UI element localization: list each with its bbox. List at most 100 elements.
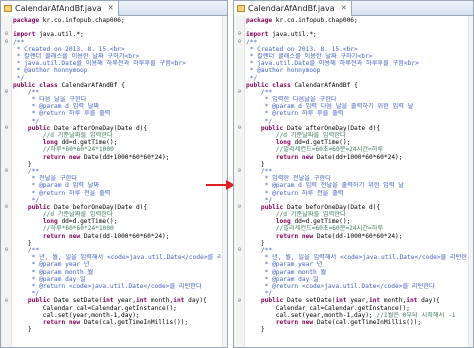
code-line[interactable]: * @param d 입력 날짜 [13, 182, 221, 189]
code-line[interactable]: * @param month 월 [13, 269, 221, 276]
code-line[interactable]: * 입력한 다음날을 구한다 [246, 96, 467, 103]
code-line[interactable]: * @param d 입력 날짜 [13, 103, 221, 110]
code-line[interactable]: * @param day 일 [13, 276, 221, 283]
fold-toggle-icon[interactable]: ⊖ [236, 297, 243, 305]
code-line[interactable]: public Date afterOneDay(Date d){ [13, 125, 221, 132]
code-line[interactable]: //하루*60*60*24*1000 [13, 146, 221, 153]
code-line[interactable]: /** [13, 247, 221, 254]
close-icon[interactable]: ✕ [108, 1, 114, 16]
code-line[interactable]: */ [246, 290, 467, 297]
code-line[interactable]: */ [13, 290, 221, 297]
code-line[interactable]: * 칼렌더 클래스를 이용한 날짜 구하기<br> [13, 53, 221, 60]
code-line[interactable]: return new Date(dd+1000*60*60*24); [246, 154, 467, 161]
code-line[interactable]: import java.util.*; [13, 31, 221, 38]
right-editor-tab[interactable]: CalendarAfAndBf.java ✕ [234, 1, 352, 16]
code-line[interactable]: * @param d 입력 다음 날을 출력하기 위한 입력 날 [246, 103, 467, 110]
code-line[interactable]: cal.set(year,month-1,day); //1월은 0부터 시작해… [246, 312, 467, 319]
code-line[interactable]: * @param year 년 [13, 261, 221, 268]
code-line[interactable]: * 입력한 전날을 구한다 [246, 175, 467, 182]
code-line[interactable]: */ [246, 75, 467, 82]
code-line[interactable]: //밀리세컨드=60초=60분=24시간=하루 [246, 146, 467, 153]
code-line[interactable]: /** [13, 168, 221, 175]
left-code-editor[interactable]: package kr.co.infopub.chap006; import jav… [1, 16, 227, 347]
left-editor-tab[interactable]: CalendarAfAndBf.java ✕ [1, 1, 119, 16]
code-line[interactable]: public Date beforOneDay(Date d){ [13, 204, 221, 211]
code-line[interactable]: } [246, 240, 467, 247]
code-line[interactable]: * @author honnymoop [246, 67, 467, 74]
code-line[interactable]: Calendar cal=Calendar.getInstance(); [13, 305, 221, 312]
fold-toggle-icon[interactable]: ⊖ [3, 297, 10, 305]
code-line[interactable]: //d 기준날짜를 입력한다 [13, 132, 221, 139]
fold-toggle-icon[interactable]: ⊖ [236, 168, 243, 175]
fold-toggle-icon[interactable]: ⊖ [3, 38, 10, 46]
code-line[interactable]: return new Date(dd-1000*60*60*24); [246, 233, 467, 240]
code-line[interactable]: * @return 하루 후를 출력 [13, 110, 221, 117]
code-line[interactable]: return new Date(dd-1000*60*60*24); [13, 233, 221, 240]
code-line[interactable]: */ [246, 118, 467, 125]
fold-toggle-icon[interactable]: ⊖ [3, 168, 10, 175]
code-line[interactable]: long dd=d.getTime(); [13, 139, 221, 146]
code-line[interactable]: * @return <code>java.util.Date</code>를 리… [246, 283, 467, 290]
close-icon[interactable]: ✕ [341, 1, 347, 16]
code-line[interactable]: * Created on 2013. 8. 15.<br> [13, 46, 221, 53]
code-line[interactable]: * 전날을 구한다 [13, 175, 221, 182]
fold-toggle-icon[interactable]: ⊖ [3, 89, 10, 96]
code-line[interactable]: * java.util.Date를 이용해 하루전과 하루후를 구함<br> [13, 60, 221, 67]
code-line[interactable]: /** [13, 89, 221, 96]
code-line[interactable]: return new Date(dd+1000*60*60*24); [13, 154, 221, 161]
fold-toggle-icon[interactable]: ⊖ [236, 204, 243, 211]
code-line[interactable]: Calendar cal=Calendar.getInstance(); [246, 305, 467, 312]
code-line[interactable]: * @param d 입력 전날을 출력하기 위한 입력 날 [246, 182, 467, 189]
code-line[interactable]: public class CalendarAfAndBf { [13, 82, 221, 89]
code-line[interactable]: package kr.co.infopub.chap006; [13, 17, 221, 24]
code-line[interactable]: * @param day 일 [246, 276, 467, 283]
code-line[interactable]: /** [246, 247, 467, 254]
code-line[interactable]: * 년, 월, 일을 입력해서 <code>java.util.Date</co… [246, 254, 467, 261]
code-line[interactable]: * 다음 날을 구한다 [13, 96, 221, 103]
code-line[interactable]: * 년, 월, 일을 입력해서 <code>java.util.Date</co… [13, 254, 221, 261]
fold-toggle-icon[interactable]: ⊖ [3, 247, 10, 254]
code-line[interactable]: * Created on 2013. 8. 15.<br> [246, 46, 467, 53]
code-line[interactable]: } [13, 161, 221, 168]
code-line[interactable]: import java.util.*; [246, 31, 467, 38]
code-line[interactable]: * java.util.Date를 이용해 하루전과 하루후를 구함<br> [246, 60, 467, 67]
code-line[interactable]: public Date setDate(int year,int month,i… [13, 297, 221, 304]
code-line[interactable]: * @author honnymoop [13, 67, 221, 74]
code-line[interactable]: cal.set(year,month-1,day); [13, 312, 221, 319]
code-line[interactable]: long dd=d.getTime(); [246, 218, 467, 225]
code-line[interactable]: * 칼렌더 클래스를 이용한 날짜 구하기<br> [246, 53, 467, 60]
code-line[interactable]: */ [13, 75, 221, 82]
code-line[interactable]: public Date setDate(int year,int month,i… [246, 297, 467, 304]
fold-toggle-icon[interactable]: ⊖ [236, 247, 243, 254]
code-line[interactable]: /** [246, 39, 467, 46]
code-line[interactable]: long dd=d.getTime(); [13, 218, 221, 225]
code-line[interactable] [13, 24, 221, 31]
code-line[interactable]: long dd=d.getTime(); [246, 139, 467, 146]
code-line[interactable]: return new Date(cal.getTimeInMillis()); [246, 319, 467, 326]
code-line[interactable]: /** [13, 39, 221, 46]
code-line[interactable]: //하루*60*60*24*1000 [13, 225, 221, 232]
code-line[interactable]: */ [13, 118, 221, 125]
code-line[interactable]: * @param month 월 [246, 269, 467, 276]
code-line[interactable]: //d 기준날짜를 입력한다 [246, 211, 467, 218]
code-line[interactable]: /** [246, 168, 467, 175]
code-line[interactable] [246, 24, 467, 31]
code-line[interactable]: * @return 하루 전을 출력 [246, 190, 467, 197]
code-line[interactable]: //d 기준날짜를 입력한다 [246, 132, 467, 139]
code-line[interactable]: * @param year 년 [246, 261, 467, 268]
fold-toggle-icon[interactable]: ⊖ [236, 89, 243, 96]
code-line[interactable]: * @return 하루 전을 출력 [13, 190, 221, 197]
code-line[interactable]: } [246, 326, 467, 333]
fold-toggle-icon[interactable]: ⊖ [3, 125, 10, 132]
code-line[interactable]: return new Date(cal.getTimeInMillis()); [13, 319, 221, 326]
code-line[interactable]: //밀리세컨드=60초=60분=24시간=하루 [246, 225, 467, 232]
fold-toggle-icon[interactable]: ⊖ [236, 125, 243, 132]
code-line[interactable]: //d 기준날짜를 입력한다 [13, 211, 221, 218]
code-line[interactable]: } [13, 240, 221, 247]
code-line[interactable]: } [246, 161, 467, 168]
code-line[interactable]: } [13, 326, 221, 333]
code-line[interactable]: public Date afterOneDay(Date d){ [246, 125, 467, 132]
code-line[interactable]: * @return <code>java.util.Date</code>를 리… [13, 283, 221, 290]
fold-toggle-icon[interactable]: ⊖ [236, 38, 243, 46]
code-line[interactable]: * @return 하루 후를 출력 [246, 110, 467, 117]
